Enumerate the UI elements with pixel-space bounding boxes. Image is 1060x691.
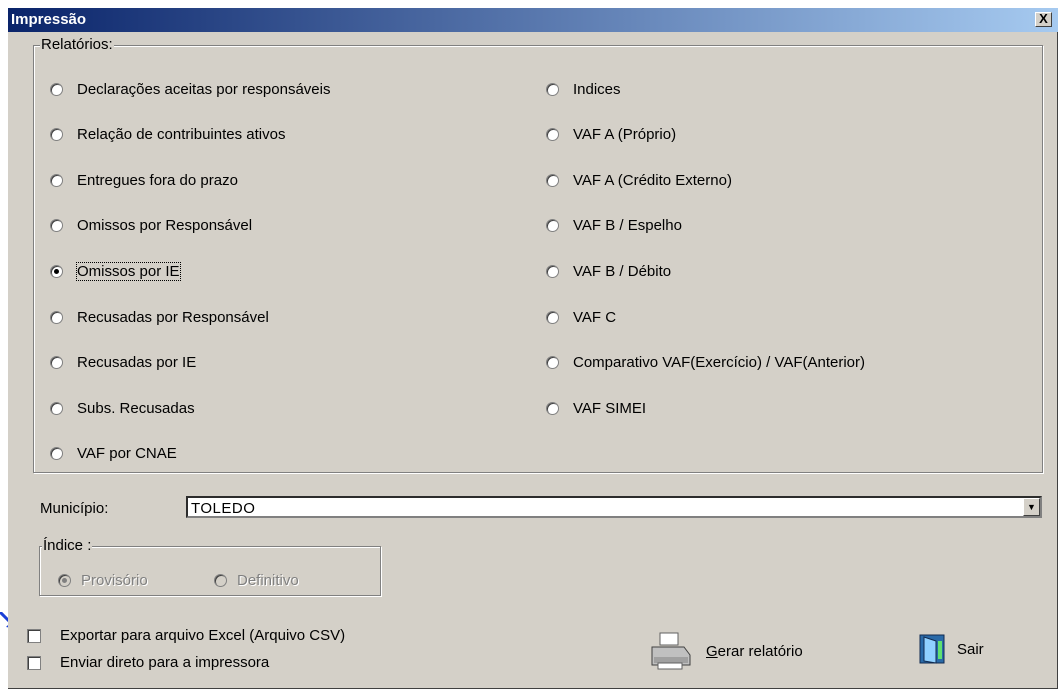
printer-icon [651,632,691,670]
report-option-label: Omissos por Responsável [77,217,253,235]
radio-icon [546,310,559,324]
door-exit-icon [919,634,945,664]
report-option-label: VAF A (Próprio) [573,126,677,144]
radio-icon [50,264,63,278]
window-title: Impressão [11,11,87,28]
report-option-label: VAF B / Débito [573,262,672,280]
indice-option-label: Definitivo [237,571,299,589]
indice-option-label: Provisório [81,571,148,589]
municipio-select[interactable]: TOLEDO ▼ [186,496,1042,518]
export-csv-checkbox[interactable]: Exportar para arquivo Excel (Arquivo CSV… [27,627,345,644]
indice-legend: Índice : [42,537,93,554]
gerar-relatorio-button[interactable]: Gerar relatório [648,631,803,671]
send-printer-label: Enviar direto para a impressora [60,654,270,671]
report-option[interactable]: Subs. Recusadas [50,397,195,419]
report-option[interactable]: VAF A (Próprio) [546,124,676,146]
radio-icon [546,219,559,233]
radio-icon [546,356,559,370]
report-option[interactable]: VAF C [546,306,616,328]
report-option-label: Declarações aceitas por responsáveis [77,80,331,98]
radio-icon [58,573,71,587]
report-option[interactable]: Recusadas por Responsável [50,306,269,328]
report-option-label: Recusadas por Responsável [77,308,269,326]
radio-icon [214,573,227,587]
report-option-label: VAF A (Crédito Externo) [573,171,732,189]
report-option[interactable]: Comparativo VAF(Exercício) / VAF(Anterio… [546,352,865,374]
report-option-label: VAF B / Espelho [573,217,682,235]
report-option[interactable]: Indices [546,78,621,100]
radio-icon [546,401,559,415]
report-option[interactable]: VAF A (Crédito Externo) [546,169,732,191]
close-icon: X [1039,11,1048,26]
report-option-label: Subs. Recusadas [77,399,195,417]
print-dialog: Impressão X Relatórios: Declarações acei… [8,8,1058,689]
radio-icon [546,128,559,142]
gerar-mnemonic: G [706,642,718,660]
checkbox-box[interactable] [27,628,41,643]
report-option-label: VAF C [573,308,617,326]
report-option[interactable]: VAF B / Débito [546,260,671,282]
radio-icon [50,219,63,233]
municipio-label: Município: [40,500,109,517]
radio-icon [50,401,63,415]
radio-icon [50,173,63,187]
radio-icon [50,128,63,142]
radio-icon [50,447,63,461]
sair-label: Sair [957,640,984,658]
radio-icon [50,310,63,324]
report-option-label: Comparativo VAF(Exercício) / VAF(Anterio… [573,354,866,372]
export-csv-label: Exportar para arquivo Excel (Arquivo CSV… [60,627,346,644]
radio-icon [546,173,559,187]
report-option[interactable]: Recusadas por IE [50,352,196,374]
report-option-label: Recusadas por IE [77,354,197,372]
radio-icon [50,356,63,370]
report-option[interactable]: VAF SIMEI [546,397,646,419]
radio-icon [546,264,559,278]
municipio-value: TOLEDO [191,500,256,517]
report-option[interactable]: Relação de contribuintes ativos [50,124,285,146]
report-option[interactable]: VAF B / Espelho [546,215,682,237]
report-option-label: Entregues fora do prazo [77,171,238,189]
radio-icon [50,82,63,96]
gerar-label: erar relatório [717,642,803,660]
send-printer-checkbox[interactable]: Enviar direto para a impressora [27,654,269,671]
close-button[interactable]: X [1035,12,1052,27]
report-option[interactable]: Entregues fora do prazo [50,169,238,191]
report-option-label: Relação de contribuintes ativos [77,126,286,144]
chevron-down-icon[interactable]: ▼ [1023,498,1040,516]
report-option-label: Indices [573,80,621,98]
report-option[interactable]: VAF por CNAE [50,443,177,465]
title-bar: Impressão X [8,8,1058,32]
report-option-label: VAF por CNAE [77,445,177,463]
indice-option-provisorio[interactable]: Provisório [58,569,148,591]
report-option[interactable]: Omissos por Responsável [50,215,252,237]
report-option-label: VAF SIMEI [573,399,647,417]
relatorios-legend: Relatórios: [40,36,114,53]
report-option[interactable]: Omissos por IE [50,260,181,282]
report-option-label: Omissos por IE [76,261,181,281]
sair-button[interactable]: Sair [918,633,984,665]
checkbox-box[interactable] [27,655,41,670]
report-option[interactable]: Declarações aceitas por responsáveis [50,78,330,100]
indice-option-definitivo[interactable]: Definitivo [214,569,299,591]
radio-icon [546,82,559,96]
